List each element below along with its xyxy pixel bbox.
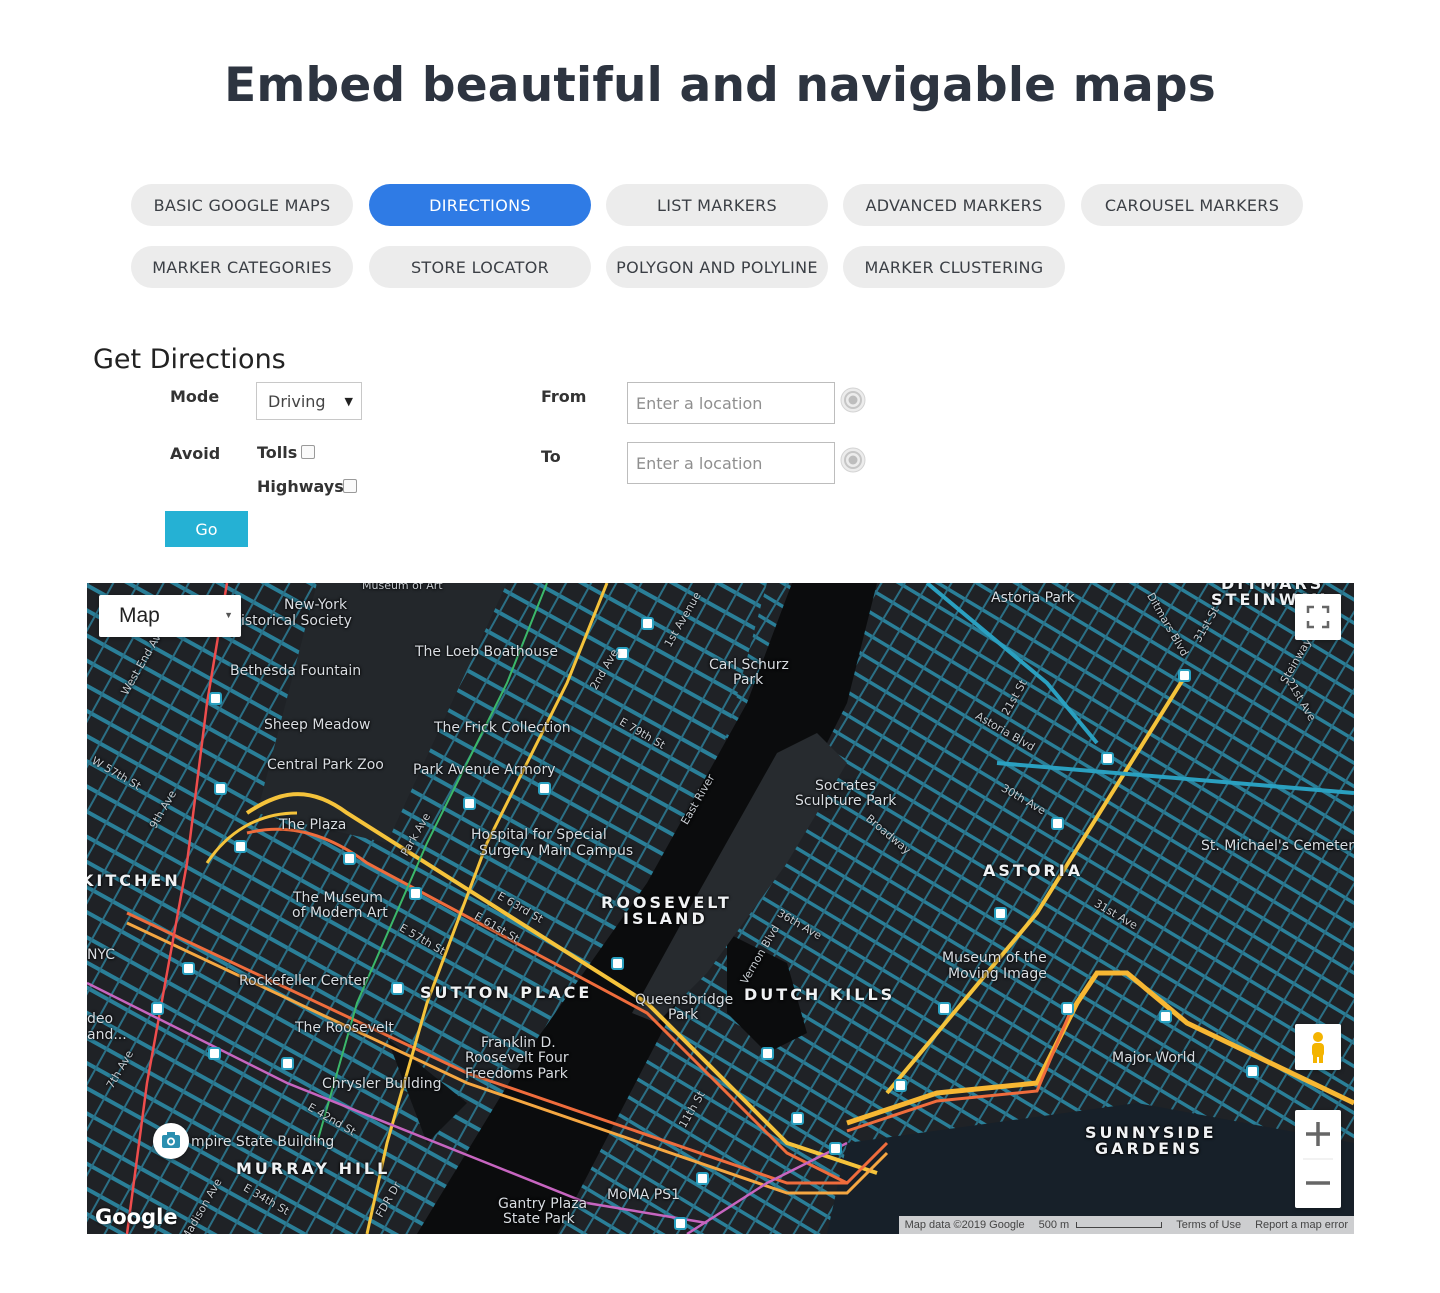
- map-label: St. Michael's Cemetery: [1201, 838, 1354, 854]
- caret-down-icon: ▼: [344, 395, 353, 408]
- tolls-checkbox[interactable]: [301, 445, 315, 459]
- map-label: deo: [87, 1011, 114, 1027]
- map-label: Queensbridge: [635, 992, 734, 1008]
- map-label: ASTORIA: [983, 861, 1084, 880]
- tab-carousel-markers[interactable]: CAROUSEL MARKERS: [1081, 184, 1303, 226]
- tab-directions[interactable]: DIRECTIONS: [369, 184, 591, 226]
- map-label: Park: [668, 1007, 699, 1023]
- map-label: The Plaza: [279, 817, 347, 833]
- map-label: The Frick Collection: [434, 720, 571, 736]
- map-label: DUTCH KILLS: [744, 985, 896, 1004]
- map-label: SUTTON PLACE: [420, 983, 593, 1002]
- terms-of-use-link[interactable]: Terms of Use: [1176, 1219, 1241, 1231]
- map-attribution: Map data ©2019 Google 500 m Terms of Use…: [898, 1216, 1354, 1234]
- map-label: The Roosevelt: [295, 1020, 394, 1036]
- map-label: Rockefeller Center: [239, 973, 368, 989]
- map-label: of Modern Art: [292, 905, 388, 921]
- map-label: NYC: [87, 947, 116, 963]
- map-label: Bethesda Fountain: [230, 663, 362, 679]
- map-label: ISLAND: [623, 909, 708, 928]
- map-data-credit: Map data ©2019 Google: [904, 1219, 1025, 1231]
- from-location-input[interactable]: [627, 382, 835, 424]
- caret-down-icon: ▼: [224, 610, 233, 620]
- map-label: Hospital for Special: [471, 827, 607, 843]
- camera-icon: [162, 1132, 180, 1148]
- tolls-label: Tolls: [257, 443, 298, 462]
- map-label: Franklin D.: [481, 1035, 556, 1051]
- map-label: Chrysler Building: [322, 1076, 442, 1092]
- map-label: The Loeb Boathouse: [415, 644, 559, 660]
- map-label: GARDENS: [1095, 1139, 1203, 1158]
- map-label: Freedoms Park: [465, 1066, 568, 1082]
- map-label: Sculpture Park: [795, 793, 897, 809]
- map-label: Surgery Main Campus: [479, 843, 634, 859]
- page-headline: Embed beautiful and navigable maps: [224, 58, 1216, 113]
- map-label: MURRAY HILL: [236, 1159, 391, 1178]
- from-label: From: [541, 387, 587, 406]
- get-directions-title: Get Directions: [93, 344, 286, 375]
- map-label: State Park: [503, 1211, 575, 1227]
- map-canvas[interactable]: Museum of Art New-York istorical Society…: [87, 583, 1354, 1234]
- tab-advanced-markers[interactable]: ADVANCED MARKERS: [843, 184, 1065, 226]
- map-type-label: Map: [119, 604, 160, 627]
- map-label: Park Avenue Armory: [413, 762, 556, 778]
- map-label: Museum of the: [942, 950, 1047, 966]
- to-location-input[interactable]: [627, 442, 835, 484]
- google-logo: Google: [95, 1205, 178, 1229]
- map-label: Sheep Meadow: [264, 717, 371, 733]
- map-scale-label: 500 m: [1038, 1219, 1070, 1231]
- map-scale[interactable]: 500 m: [1039, 1219, 1163, 1231]
- mode-label: Mode: [170, 387, 220, 406]
- zoom-controls: [1295, 1110, 1341, 1208]
- map-label: Roosevelt Four: [465, 1050, 569, 1066]
- tab-polygon-and-polyline[interactable]: POLYGON AND POLYLINE: [606, 246, 828, 288]
- mode-select-value: Driving: [268, 391, 326, 411]
- locate-me-icon[interactable]: [838, 445, 868, 475]
- avoid-label: Avoid: [170, 444, 221, 463]
- map-label: istorical Society: [241, 613, 352, 629]
- tab-basic-google-maps[interactable]: BASIC GOOGLE MAPS: [131, 184, 353, 226]
- map-type-dropdown[interactable]: Map ▼: [99, 595, 241, 637]
- fullscreen-icon: [1306, 605, 1330, 629]
- go-button[interactable]: Go: [165, 511, 248, 547]
- locate-me-icon[interactable]: [838, 385, 868, 415]
- fullscreen-button[interactable]: [1295, 594, 1341, 640]
- map-label: Astoria Park: [991, 590, 1075, 606]
- map-label: The Museum: [293, 890, 383, 906]
- map-label: Central Park Zoo: [267, 757, 384, 773]
- mode-select[interactable]: Driving ▼: [256, 382, 362, 420]
- map-label: KITCHEN: [87, 871, 181, 890]
- tab-marker-categories[interactable]: MARKER CATEGORIES: [131, 246, 353, 288]
- map-label: MoMA PS1: [607, 1187, 680, 1203]
- tab-store-locator[interactable]: STORE LOCATOR: [369, 246, 591, 288]
- map-label: Park: [733, 672, 764, 688]
- highways-label: Highways: [257, 477, 344, 496]
- zoom-in-button[interactable]: [1295, 1110, 1341, 1159]
- scale-bar-icon: [1076, 1222, 1163, 1229]
- map-label: and...: [87, 1027, 127, 1043]
- map-label: Carl Schurz: [709, 657, 789, 673]
- pegman-button[interactable]: [1295, 1024, 1341, 1070]
- map-label: Gantry Plaza: [498, 1196, 588, 1212]
- tab-marker-clustering[interactable]: MARKER CLUSTERING: [843, 246, 1065, 288]
- map-label: Major World: [1112, 1050, 1196, 1066]
- photo-button[interactable]: [153, 1123, 189, 1159]
- zoom-out-button[interactable]: [1295, 1159, 1341, 1208]
- map-label: New-York: [284, 597, 348, 613]
- map-label: Socrates: [815, 778, 876, 794]
- highways-checkbox[interactable]: [343, 479, 357, 493]
- map-label: mpire State Building: [191, 1134, 335, 1150]
- to-label: To: [541, 447, 561, 466]
- tab-list-markers[interactable]: LIST MARKERS: [606, 184, 828, 226]
- map-label: Museum of Art: [362, 583, 443, 592]
- report-map-error-link[interactable]: Report a map error: [1255, 1219, 1348, 1231]
- map-label: Moving Image: [948, 966, 1047, 982]
- pegman-icon: [1312, 1032, 1324, 1063]
